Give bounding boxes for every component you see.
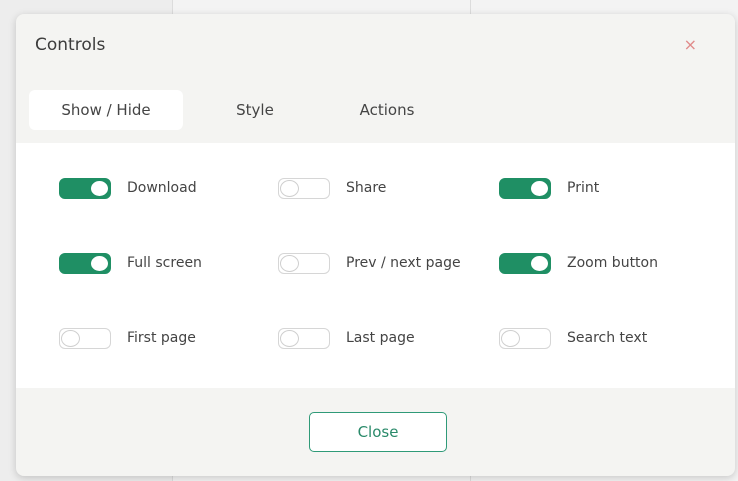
search-text-toggle[interactable] <box>499 327 551 349</box>
option-label: Share <box>346 180 387 196</box>
option-download[interactable]: Download <box>59 176 197 200</box>
toggle-knob <box>61 329 80 347</box>
toggle-knob <box>90 179 109 197</box>
share-toggle[interactable] <box>278 177 330 199</box>
toggle-knob <box>530 254 549 272</box>
close-button[interactable]: Close <box>309 412 447 452</box>
tab-bar: Show / Hide Style Actions <box>29 90 449 130</box>
controls-dialog: Controls × Show / Hide Style Actions Dow… <box>16 14 735 476</box>
toggle-knob <box>280 179 299 197</box>
tab-style[interactable]: Style <box>215 90 295 130</box>
option-print[interactable]: Print <box>499 176 599 200</box>
option-label: Search text <box>567 330 648 346</box>
option-label: Prev / next page <box>346 255 461 271</box>
download-toggle[interactable] <box>59 177 111 199</box>
option-label: Download <box>127 180 197 196</box>
option-label: First page <box>127 330 196 346</box>
option-last-page[interactable]: Last page <box>278 326 415 350</box>
option-search-text[interactable]: Search text <box>499 326 647 350</box>
option-prev-next-page[interactable]: Prev / next page <box>278 251 461 275</box>
close-icon[interactable]: × <box>684 37 697 53</box>
option-zoom-button[interactable]: Zoom button <box>499 251 658 275</box>
toggle-knob <box>501 329 520 347</box>
dialog-footer: Close <box>16 388 735 476</box>
prev-next-page-toggle[interactable] <box>278 252 330 274</box>
option-label: Last page <box>346 330 415 346</box>
option-label: Zoom button <box>567 255 658 271</box>
show-hide-panel: Download Share Print Full screen Prev / … <box>16 143 735 388</box>
dialog-title: Controls <box>35 35 106 55</box>
option-first-page[interactable]: First page <box>59 326 196 350</box>
option-full-screen[interactable]: Full screen <box>59 251 202 275</box>
toggle-knob <box>530 179 549 197</box>
dialog-header: Controls × <box>16 14 735 78</box>
toggle-knob <box>90 254 109 272</box>
option-label: Full screen <box>127 255 202 271</box>
toggle-knob <box>280 329 299 347</box>
first-page-toggle[interactable] <box>59 327 111 349</box>
option-label: Print <box>567 180 600 196</box>
print-toggle[interactable] <box>499 177 551 199</box>
toggle-knob <box>280 254 299 272</box>
option-share[interactable]: Share <box>278 176 386 200</box>
full-screen-toggle[interactable] <box>59 252 111 274</box>
tab-show-hide[interactable]: Show / Hide <box>29 90 183 130</box>
last-page-toggle[interactable] <box>278 327 330 349</box>
zoom-button-toggle[interactable] <box>499 252 551 274</box>
tab-actions[interactable]: Actions <box>347 90 427 130</box>
